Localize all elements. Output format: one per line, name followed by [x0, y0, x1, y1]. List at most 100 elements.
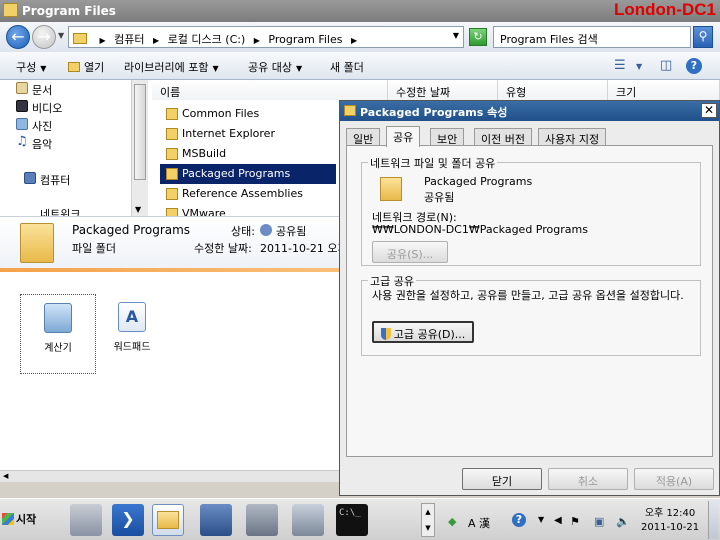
explorer-titlebar[interactable]: Program Files London-DC1 [0, 0, 720, 22]
network-path-value: ₩₩LONDON-DC1₩Packaged Programs [372, 223, 588, 236]
chevron-right-icon[interactable]: ▶ [351, 36, 357, 45]
breadcrumb[interactable]: ▶ 컴퓨터 ▶ 로컬 디스크 (C:) ▶ Program Files ▶ ▼ [68, 26, 464, 48]
file-row[interactable]: Internet Explorer [160, 124, 336, 144]
file-row-selected[interactable]: Packaged Programs [160, 164, 336, 184]
column-header-type[interactable]: 유형 [498, 80, 608, 100]
breadcrumb-computer[interactable]: 컴퓨터 [114, 33, 144, 46]
nav-item-computer[interactable]: 컴퓨터 [24, 172, 71, 188]
language-bar-icon[interactable]: ◆ [448, 515, 456, 528]
close-button[interactable]: 닫기 [462, 468, 542, 490]
apply-button[interactable]: 적용(A) [634, 468, 714, 490]
horizontal-scrollbar[interactable]: ◀ [0, 470, 340, 482]
column-header-name[interactable]: 이름 [152, 80, 388, 100]
help-icon[interactable]: ? [512, 513, 526, 527]
volume-icon[interactable]: 🔈 [616, 515, 630, 528]
scrollbar-thumb[interactable] [134, 84, 146, 180]
advanced-sharing-button-label: 고급 공유(D)... [393, 328, 466, 341]
organize-menu[interactable]: 구성 ▼ [16, 59, 46, 75]
forward-button[interactable]: → [32, 25, 56, 49]
tab-previous-versions[interactable]: 이전 버전 [474, 128, 532, 146]
explorer-taskbar-button[interactable] [152, 504, 184, 536]
advanced-sharing-button[interactable]: 고급 공유(D)... [372, 321, 474, 343]
view-options-icon[interactable]: ☰ [614, 58, 626, 73]
command-bar: 구성 ▼ 열기 라이브러리에 포함 ▼ 공유 대상 ▼ 새 폴더 ☰ ▼ ◫ ? [0, 52, 720, 80]
recent-pages-dropdown-icon[interactable]: ▼ [58, 31, 64, 40]
wordpad-icon: A [118, 302, 146, 332]
nav-item-pictures[interactable]: 사진 [16, 118, 52, 134]
command-prompt-icon[interactable]: C:\_ [336, 504, 368, 536]
admin-tool-icon[interactable] [200, 504, 232, 536]
close-icon[interactable]: ✕ [701, 103, 717, 118]
advanced-sharing-description: 사용 권한을 설정하고, 공유를 만들고, 고급 공유 옵션을 설정합니다. [372, 289, 684, 302]
clock[interactable]: 오후 12:40 2011-10-21 [641, 507, 699, 535]
chevron-down-icon[interactable]: ▼ [453, 31, 459, 40]
breadcrumb-program-files[interactable]: Program Files [268, 33, 342, 46]
help-icon[interactable]: ? [686, 58, 702, 74]
start-button[interactable]: 시작 [2, 511, 36, 527]
refresh-button[interactable]: ↻ [469, 28, 487, 46]
chevron-down-icon[interactable]: ▼ [135, 205, 141, 214]
search-tool-icon[interactable] [292, 504, 324, 536]
nav-item-documents[interactable]: 문서 [16, 82, 52, 98]
nav-scrollbar[interactable]: ▼ [131, 80, 148, 216]
uac-shield-icon [380, 328, 391, 340]
network-icon[interactable]: ▣ [594, 515, 604, 528]
chevron-down-icon[interactable]: ▼ [636, 62, 642, 71]
action-center-flag-icon[interactable]: ⚑ [570, 515, 580, 528]
chevron-down-icon[interactable]: ▼ [538, 515, 544, 524]
folder-icon [166, 168, 178, 180]
tab-customize[interactable]: 사용자 지정 [538, 128, 607, 146]
back-button[interactable]: ← [6, 25, 30, 49]
taskbar-scroll-buttons[interactable]: ▲ ▼ [421, 503, 435, 537]
nav-item-videos[interactable]: 비디오 [16, 100, 62, 116]
open-button[interactable]: 열기 [68, 59, 104, 75]
details-state-value: 공유됨 [260, 223, 306, 239]
chevron-left-icon[interactable]: ◀ [3, 472, 8, 480]
network-tool-icon[interactable] [246, 504, 278, 536]
server-manager-icon[interactable] [70, 504, 102, 536]
nav-item-music[interactable]: ♫ 음악 [16, 135, 52, 152]
desktop-icon-wordpad[interactable]: A 워드패드 [100, 302, 164, 353]
folder-icon [73, 33, 87, 44]
search-input[interactable]: Program Files 검색 [493, 26, 691, 48]
navigation-pane: 문서 비디오 사진 ♫ 음악 컴퓨터 네트워크 [0, 80, 148, 216]
nav-item-network[interactable]: 네트워크 [40, 206, 80, 216]
desktop-icon-label: 계산기 [44, 343, 72, 354]
share-with-menu[interactable]: 공유 대상 ▼ [248, 59, 302, 75]
ime-indicator[interactable]: A 漢 [468, 515, 490, 531]
column-header-size[interactable]: 크기 [608, 80, 720, 100]
column-header-modified[interactable]: 수정한 날짜 [388, 80, 498, 100]
powershell-icon[interactable]: ❯ [112, 504, 144, 536]
chevron-up-icon[interactable]: ▲ [422, 504, 434, 520]
nav-item-label: 컴퓨터 [40, 174, 71, 187]
chevron-right-icon[interactable]: ▶ [153, 36, 159, 45]
details-name: Packaged Programs [72, 223, 191, 237]
cancel-button[interactable]: 취소 [548, 468, 628, 490]
preview-pane-icon[interactable]: ◫ [660, 58, 672, 73]
folder-icon [380, 177, 402, 201]
chevron-right-icon[interactable]: ▶ [100, 36, 106, 45]
tab-general[interactable]: 일반 [346, 128, 381, 146]
chevron-left-icon[interactable]: ◀ [554, 515, 562, 526]
share-button[interactable]: 공유(S)... [372, 241, 448, 263]
tab-security[interactable]: 보안 [430, 128, 465, 146]
organize-label: 구성 [16, 61, 37, 74]
file-row[interactable]: MSBuild [160, 144, 336, 164]
chevron-down-icon[interactable]: ▼ [422, 520, 434, 536]
show-desktop-button[interactable] [708, 501, 718, 539]
file-row[interactable]: Reference Assemblies [160, 184, 336, 204]
open-icon [68, 62, 80, 72]
new-folder-button[interactable]: 새 폴더 [330, 59, 364, 75]
include-library-menu[interactable]: 라이브러리에 포함 ▼ [124, 59, 219, 75]
breadcrumb-local-disk[interactable]: 로컬 디스크 (C:) [168, 33, 246, 46]
folder-icon [166, 188, 178, 200]
desktop-icon-calculator[interactable]: 계산기 [20, 294, 96, 374]
folder-icon [166, 208, 178, 216]
tab-sharing[interactable]: 공유 [386, 126, 421, 147]
search-button[interactable]: ⚲ [693, 26, 713, 48]
file-row[interactable]: Common Files [160, 104, 336, 124]
chevron-right-icon[interactable]: ▶ [254, 36, 260, 45]
file-row[interactable]: VMware [160, 204, 336, 216]
dialog-titlebar[interactable]: Packaged Programs 속성 ✕ [340, 101, 719, 121]
share-with-label: 공유 대상 [248, 61, 292, 74]
